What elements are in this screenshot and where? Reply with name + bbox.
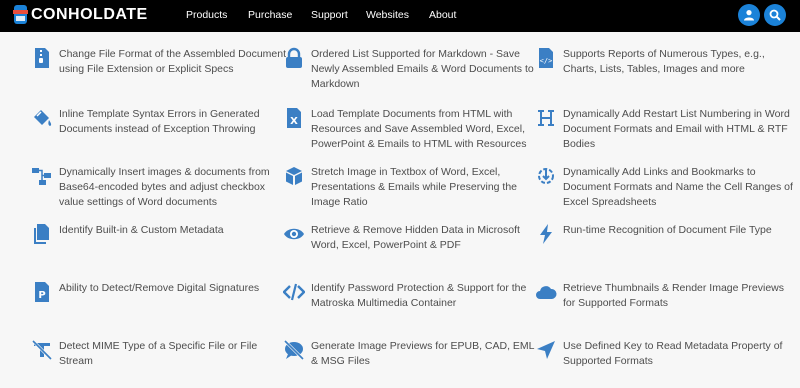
svg-text:</>: </>: [540, 57, 553, 65]
svg-text:P: P: [38, 290, 45, 301]
comment-slash-icon: [283, 339, 305, 361]
nav-products[interactable]: Products: [186, 9, 227, 21]
paint-bucket-icon: [34, 110, 52, 126]
cube-icon: [286, 167, 302, 185]
feature-text: Identify Built-in & Custom Metadata: [59, 224, 224, 236]
feature-text: Run-time Recognition of Document File Ty…: [563, 224, 772, 236]
svg-text:X: X: [290, 116, 298, 127]
feature-text: Supports Reports of Numerous Types, e.g.…: [563, 48, 765, 75]
cloud-icon: [536, 286, 557, 299]
feature-text: Use Defined Key to Read Metadata Propert…: [563, 340, 783, 367]
feature-text: Dynamically Insert images & documents fr…: [59, 166, 270, 208]
search-button[interactable]: [764, 4, 786, 26]
feature-text: Generate Image Previews for EPUB, CAD, E…: [311, 340, 535, 367]
text-slash-icon: [31, 339, 53, 361]
feature-text: Dynamically Add Links and Bookmarks to D…: [563, 166, 793, 208]
brand-name: CONHOLDATE: [31, 5, 148, 23]
feature-text: Ability to Detect/Remove Digital Signatu…: [59, 282, 260, 294]
feature-text: Retrieve Thumbnails & Render Image Previ…: [563, 282, 784, 309]
heading-icon: [538, 110, 554, 126]
feature-text: Identify Password Protection & Support f…: [311, 282, 527, 309]
account-button[interactable]: [738, 4, 760, 26]
feature-text: Detect MIME Type of a Specific File or F…: [59, 340, 258, 367]
file-code-icon: </>: [539, 48, 553, 68]
feature-text: Dynamically Add Restart List Numbering i…: [563, 108, 790, 150]
location-arrow-icon: [537, 341, 555, 359]
feature-text: Retrieve & Remove Hidden Data in Microso…: [311, 224, 520, 251]
brand-logo[interactable]: CONHOLDATE: [13, 5, 148, 24]
file-excel-icon: X: [287, 108, 301, 128]
file-powerpoint-icon: P: [35, 282, 49, 302]
copy-icon: [34, 224, 49, 244]
feature-text: Load Template Documents from HTML with R…: [311, 108, 527, 150]
top-navbar: CONHOLDATE Products Purchase Support Web…: [0, 0, 800, 32]
bolt-icon: [540, 224, 552, 244]
nav-about[interactable]: About: [429, 9, 456, 21]
lock-icon: [286, 47, 302, 68]
conholdate-logo-icon: [13, 5, 28, 24]
sitemap-icon: [32, 168, 51, 185]
nav-support[interactable]: Support: [311, 9, 348, 21]
user-icon: [744, 10, 754, 21]
code-icon: [283, 283, 305, 301]
feature-text: Change File Format of the Assembled Docu…: [59, 48, 287, 75]
search-icon: [769, 9, 781, 21]
feature-text: Ordered List Supported for Markdown - Sa…: [311, 48, 534, 90]
eye-icon: [284, 228, 304, 240]
link-bookmark-icon: [538, 168, 554, 184]
feature-text: Inline Template Syntax Errors in Generat…: [59, 108, 260, 135]
file-zipper-icon: [35, 48, 49, 68]
nav-purchase[interactable]: Purchase: [248, 9, 292, 21]
nav-websites[interactable]: Websites: [366, 9, 409, 21]
feature-text: Stretch Image in Textbox of Word, Excel,…: [311, 166, 518, 208]
